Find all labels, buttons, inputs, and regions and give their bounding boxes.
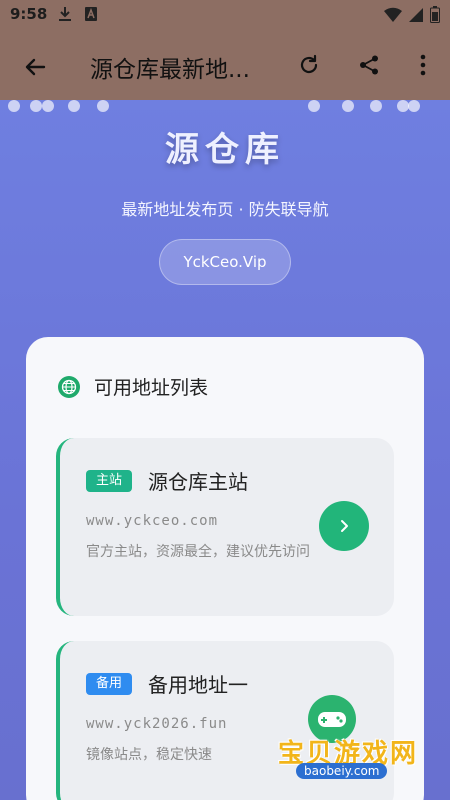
arrow-left-icon (25, 58, 46, 76)
app-bar: 源仓库最新地... (0, 30, 450, 100)
chevron-right-icon (341, 520, 348, 532)
globe-icon (58, 375, 80, 398)
hero-subtitle: 最新地址发布页 · 防失联导航 (121, 200, 329, 219)
status-bar: 9:58 (0, 0, 450, 30)
entry-name: 备用地址一 (148, 673, 248, 697)
entry-badge: 备用 (86, 673, 133, 695)
address-entry-main[interactable]: 主站 源仓库主站 www.yckceo.com 官方主站，资源最全，建议优先访问 (56, 438, 394, 616)
status-time: 9:58 (10, 5, 48, 23)
entry-description: 官方主站，资源最全，建议优先访问 (86, 544, 310, 560)
brand-title: 源仓库 (165, 130, 285, 170)
refresh-icon (300, 54, 318, 74)
card-title: 可用地址列表 (94, 377, 209, 399)
open-entry-button[interactable] (319, 501, 369, 551)
page-title: 源仓库最新地... (90, 57, 250, 83)
watermark-url: baobeiy.com (296, 763, 388, 779)
watermark: 宝贝游戏网 baobeiy.com (278, 695, 428, 785)
card-header: 可用地址列表 (58, 373, 208, 400)
entry-name: 源仓库主站 (148, 470, 248, 494)
entry-badge: 主站 (86, 470, 133, 492)
entry-url[interactable]: www.yckceo.com (86, 513, 218, 529)
signal-icon (408, 7, 424, 27)
app-a-icon (84, 6, 98, 26)
domain-pill[interactable]: YckCeo.Vip (159, 239, 291, 285)
more-vertical-icon (420, 54, 426, 76)
more-options-button[interactable] (406, 48, 440, 82)
decorative-dots (0, 100, 450, 114)
share-icon (360, 55, 378, 75)
back-button[interactable] (18, 50, 52, 84)
download-icon (58, 6, 72, 26)
battery-icon (430, 6, 440, 27)
entry-url[interactable]: www.yck2026.fun (86, 716, 227, 732)
share-button[interactable] (352, 48, 386, 82)
wifi-icon (384, 7, 402, 27)
refresh-button[interactable] (292, 48, 326, 82)
